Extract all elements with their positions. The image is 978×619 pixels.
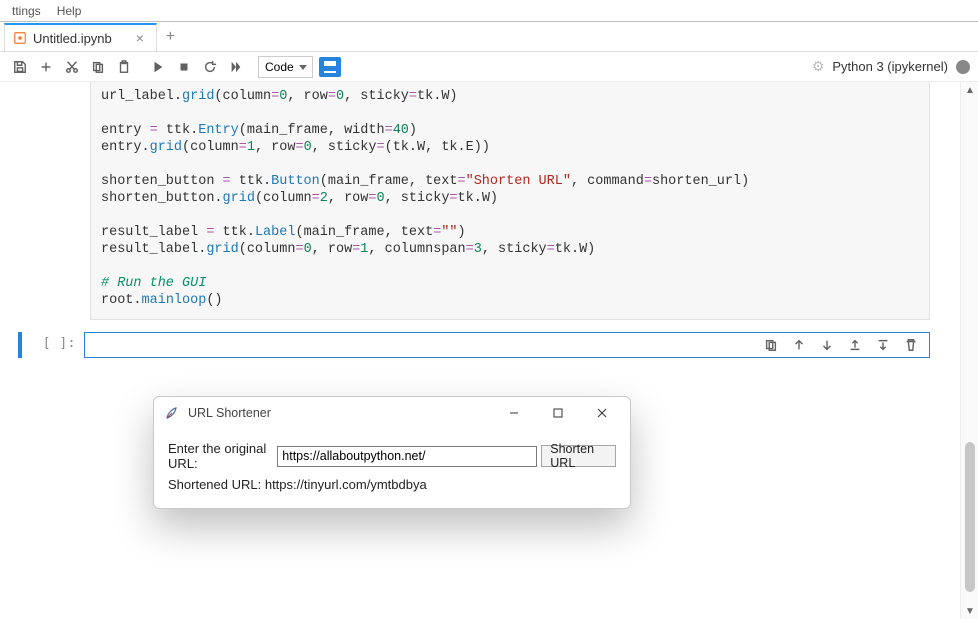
tk-body: Enter the original URL: Shorten URL Shor… xyxy=(154,429,630,508)
active-cell-indicator xyxy=(18,332,22,358)
close-window-button[interactable] xyxy=(580,399,624,427)
duplicate-cell-button[interactable] xyxy=(758,334,784,356)
tk-window-title: URL Shortener xyxy=(188,406,271,420)
save-button[interactable] xyxy=(8,55,32,79)
scroll-down-icon[interactable]: ▼ xyxy=(964,605,976,617)
insert-below-button[interactable] xyxy=(870,334,896,356)
notebook-icon xyxy=(13,31,27,45)
shorten-button[interactable]: Shorten URL xyxy=(541,445,616,467)
celltype-select[interactable]: Code xyxy=(258,56,313,78)
stop-button[interactable] xyxy=(172,55,196,79)
insert-above-button[interactable] xyxy=(842,334,868,356)
copy-button[interactable] xyxy=(86,55,110,79)
tk-titlebar[interactable]: URL Shortener xyxy=(154,397,630,429)
move-up-button[interactable] xyxy=(786,334,812,356)
render-toggle-button[interactable] xyxy=(319,57,341,77)
add-tab-button[interactable]: + xyxy=(157,23,185,51)
minimize-button[interactable] xyxy=(492,399,536,427)
gear-icon[interactable]: ⚙ xyxy=(812,58,825,75)
kernel-label[interactable]: Python 3 (ipykernel) xyxy=(832,59,948,74)
scroll-up-icon[interactable]: ▲ xyxy=(964,84,976,96)
url-input[interactable] xyxy=(277,446,537,467)
active-cell: [ ]: xyxy=(18,332,930,358)
paste-button[interactable] xyxy=(112,55,136,79)
maximize-button[interactable] xyxy=(536,399,580,427)
run-all-button[interactable] xyxy=(224,55,248,79)
restart-button[interactable] xyxy=(198,55,222,79)
cell-toolbar xyxy=(758,334,924,356)
kernel-status: ⚙ Python 3 (ipykernel) xyxy=(812,58,970,75)
tk-window: URL Shortener Enter the original URL: Sh… xyxy=(153,396,631,509)
vertical-scrollbar[interactable]: ▲ ▼ xyxy=(960,82,978,619)
tk-feather-icon xyxy=(164,405,180,421)
shortened-url-label: Shortened URL: https://tinyurl.com/ymtbd… xyxy=(168,477,616,492)
url-input-label: Enter the original URL: xyxy=(168,441,271,471)
kernel-busy-indicator xyxy=(956,60,970,74)
close-icon[interactable]: × xyxy=(136,31,144,45)
menubar: ttings Help xyxy=(0,0,978,22)
notebook-body: url_label.grid(column=0, row=0, sticky=t… xyxy=(0,82,978,619)
menu-help[interactable]: Help xyxy=(49,2,90,20)
tab-title: Untitled.ipynb xyxy=(33,31,112,46)
code-cell[interactable]: url_label.grid(column=0, row=0, sticky=t… xyxy=(90,82,930,320)
delete-cell-button[interactable] xyxy=(898,334,924,356)
move-down-button[interactable] xyxy=(814,334,840,356)
scroll-thumb[interactable] xyxy=(965,442,975,592)
menu-settings[interactable]: ttings xyxy=(4,2,49,20)
cell-prompt: [ ]: xyxy=(32,332,84,358)
tab-untitled[interactable]: Untitled.ipynb × xyxy=(4,23,157,51)
add-cell-button[interactable] xyxy=(34,55,58,79)
cut-button[interactable] xyxy=(60,55,84,79)
tabstrip: Untitled.ipynb × + xyxy=(0,22,978,52)
notebook-toolbar: Code ⚙ Python 3 (ipykernel) xyxy=(0,52,978,82)
run-button[interactable] xyxy=(146,55,170,79)
